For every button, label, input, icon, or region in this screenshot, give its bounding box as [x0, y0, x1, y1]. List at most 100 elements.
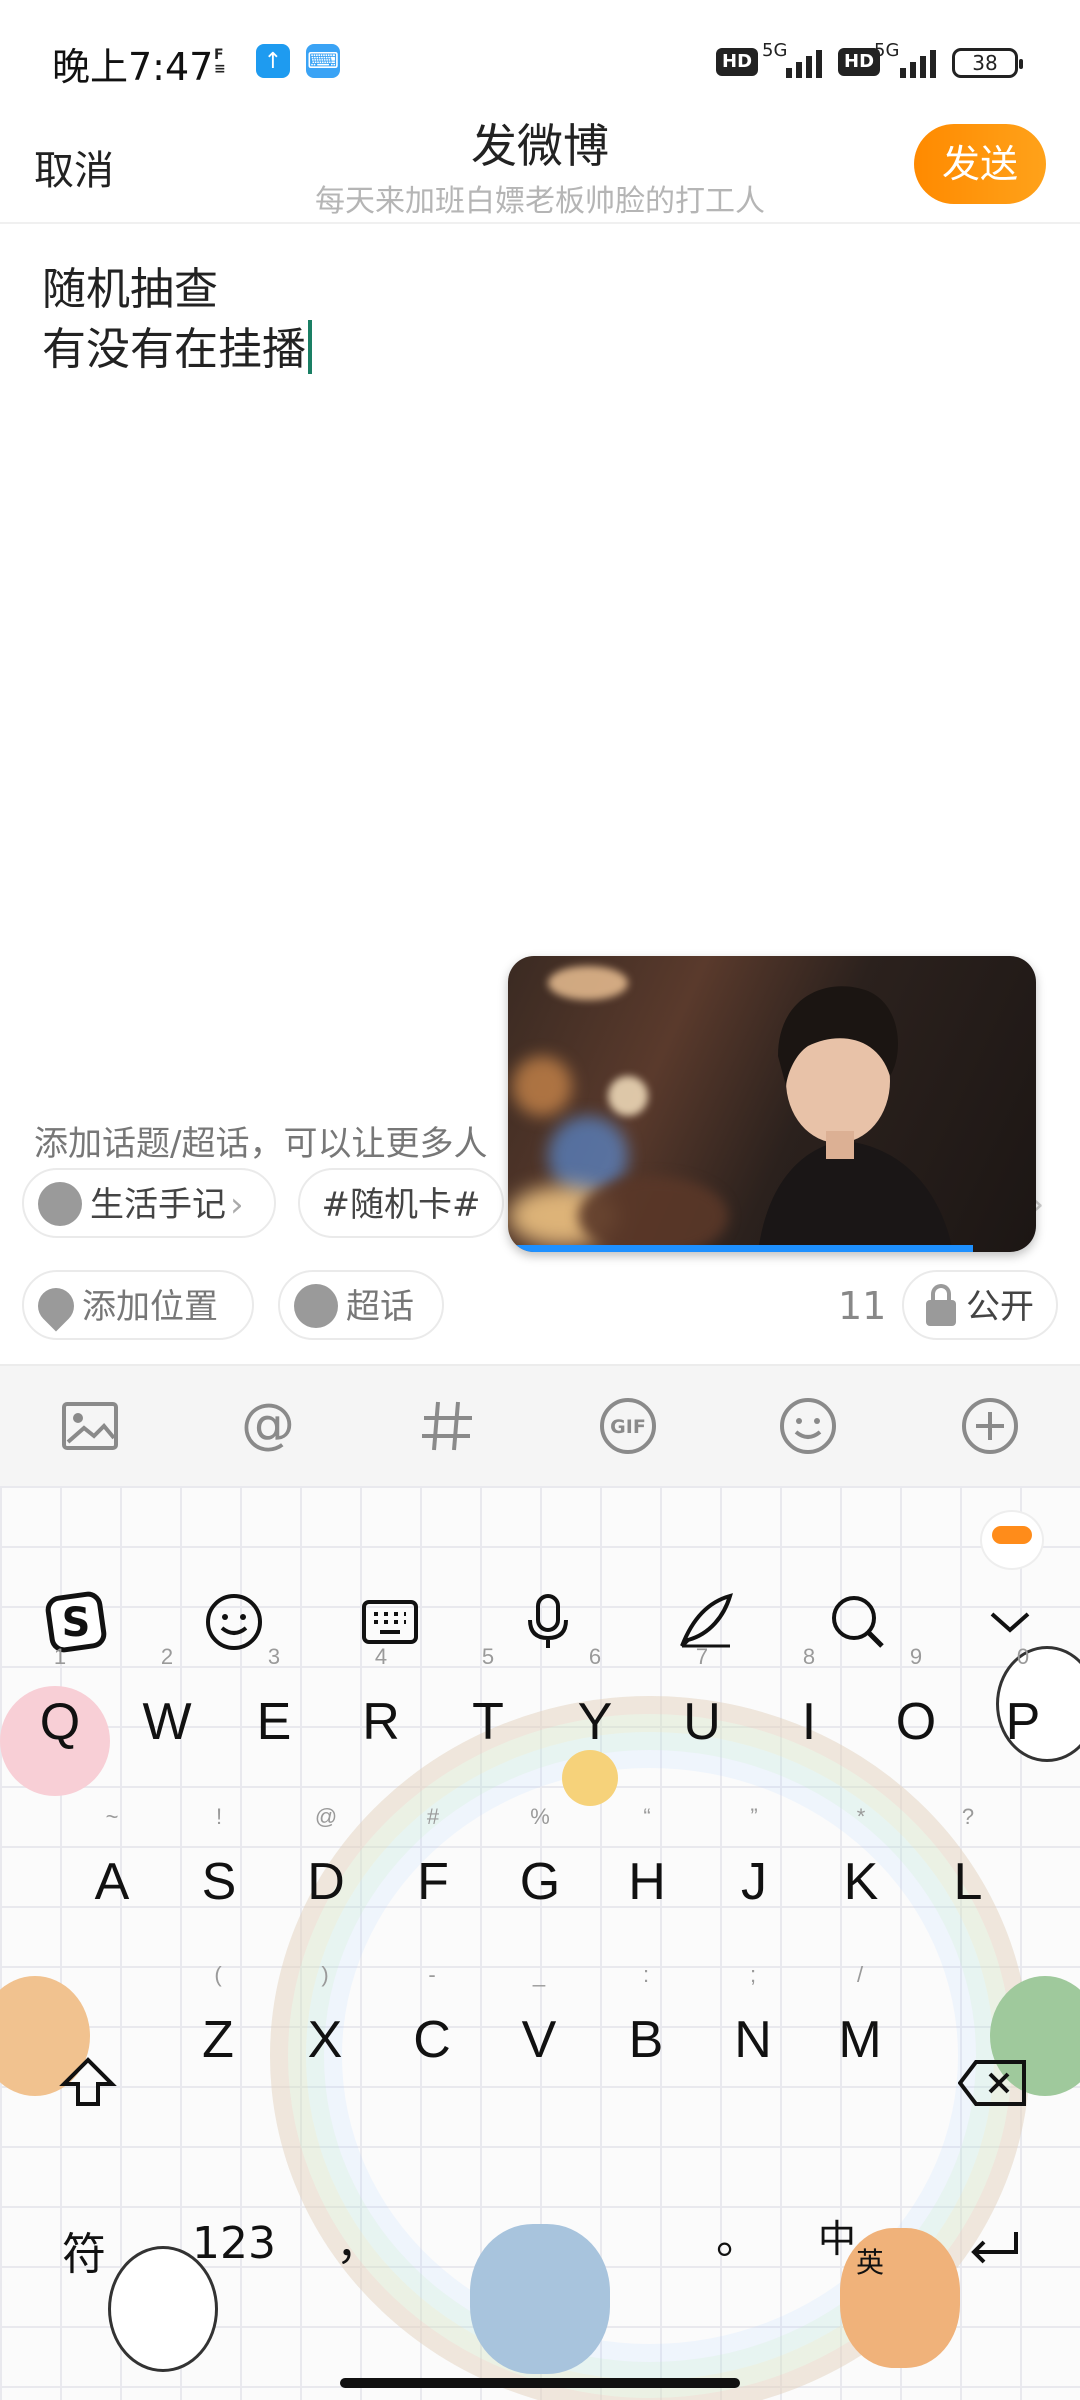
space-key-mic-icon[interactable] [520, 2228, 560, 2268]
shift-key[interactable] [58, 2052, 118, 2112]
key-label: D [307, 1853, 345, 1911]
key-label: Z [202, 2011, 234, 2069]
header-divider [0, 222, 1080, 224]
key-c[interactable]: -C [382, 1962, 482, 2090]
add-location-button[interactable]: 添加位置 [22, 1270, 254, 1340]
key-label: C [413, 2011, 451, 2069]
key-label: H [628, 1853, 666, 1911]
key-b[interactable]: :B [596, 1962, 696, 2090]
key-y[interactable]: 6Y [545, 1644, 645, 1772]
video-progress-bar [508, 1245, 973, 1252]
visibility-button[interactable]: 公开 [902, 1270, 1058, 1340]
image-button[interactable] [60, 1396, 120, 1456]
key-hint: # [426, 1804, 440, 1829]
key-k[interactable]: * K [811, 1804, 911, 1932]
key-hint: 1 [53, 1644, 67, 1669]
home-indicator[interactable] [340, 2378, 740, 2388]
key-a[interactable]: ~ A [62, 1804, 162, 1932]
more-button[interactable] [960, 1396, 1020, 1456]
key-d[interactable]: @ D [276, 1804, 376, 1932]
key-label: L [953, 1853, 983, 1911]
key-p[interactable]: 0P [973, 1644, 1073, 1772]
key-label: T [472, 1693, 504, 1751]
language-zh: 中 [818, 2217, 857, 2261]
gif-icon: GIF [600, 1398, 656, 1454]
comma-key[interactable]: ， [336, 2208, 380, 2272]
mascot-icon[interactable] [980, 1510, 1044, 1570]
backspace-key[interactable] [957, 2058, 1028, 2108]
mention-button[interactable]: @ [238, 1396, 298, 1456]
image-icon [62, 1402, 118, 1450]
period-key[interactable]: 。 [716, 2202, 760, 2266]
key-label: S [201, 1853, 237, 1911]
key-n[interactable]: ; N [703, 1962, 803, 2090]
network-type: 5G [874, 40, 900, 61]
language-switch-key[interactable]: 中英 [818, 2208, 884, 2279]
key-r[interactable]: 4R [331, 1644, 431, 1772]
key-z[interactable]: (Z [168, 1962, 268, 2090]
svg-text:GIF: GIF [610, 1416, 646, 1438]
svg-text:@: @ [241, 1396, 295, 1455]
key-hint: ( [214, 1962, 222, 1987]
key-o[interactable]: 9O [866, 1644, 966, 1772]
key-j[interactable]: ” J [704, 1804, 804, 1932]
enter-icon [971, 2232, 1018, 2264]
key-hint: 8 [802, 1644, 816, 1669]
key-label: B [628, 2011, 664, 2069]
key-label: I [801, 1693, 817, 1751]
lock-icon [926, 1283, 956, 1326]
signal-icon [900, 46, 936, 78]
key-h[interactable]: “H [597, 1804, 697, 1932]
key-v[interactable]: _ V [489, 1962, 589, 2090]
key-x[interactable]: ) X [275, 1962, 375, 2090]
key-m[interactable]: / M [810, 1962, 910, 2090]
cancel-button[interactable]: 取消 [34, 138, 114, 196]
key-t[interactable]: 5T [438, 1644, 538, 1772]
send-button[interactable]: 发送 [914, 124, 1046, 204]
key-label: R [362, 1693, 400, 1751]
super-topic-label: 超话 [346, 1287, 414, 1327]
page-subtitle: 每天来加班白嫖老板帅脸的打工人 [315, 184, 765, 219]
battery-icon: 38 [952, 48, 1023, 78]
key-s[interactable]: ! S [169, 1804, 269, 1932]
key-l[interactable]: ? L [918, 1804, 1018, 1932]
numbers-key[interactable]: 123 [192, 2218, 276, 2269]
key-hint: 3 [267, 1644, 281, 1669]
soft-keyboard: S 1 Q 2 W 3 E 4 R 5 T 6 Y 7 U 8 I 9 O 0 P ~ A! S @ D # F% G “H” J * K? L… [0, 1486, 1080, 2400]
floating-video-player[interactable] [508, 956, 1036, 1252]
key-hint: ) [321, 1962, 329, 1987]
network-type: 5G [762, 40, 788, 61]
enter-key[interactable] [964, 2226, 1024, 2276]
key-hint: ? [961, 1804, 975, 1829]
key-hint: 0 [1016, 1644, 1030, 1669]
key-hint: @ [314, 1804, 338, 1829]
topic-chip-label: 生活手记 [90, 1185, 226, 1225]
key-g[interactable]: % G [490, 1804, 590, 1932]
post-text-line: 随机抽查 [42, 264, 218, 315]
key-hint: % [530, 1804, 550, 1829]
key-label: Y [577, 1693, 613, 1751]
key-label: J [741, 1853, 767, 1911]
super-topic-button[interactable]: 超话 [278, 1270, 444, 1340]
hashtag-button[interactable] [418, 1396, 478, 1456]
keyboard-notification-icon: ⌨ [306, 44, 340, 78]
key-label: G [519, 1853, 561, 1911]
post-text-area[interactable]: 随机抽查 有没有在挂播 [42, 260, 312, 380]
key-u[interactable]: 7U [652, 1644, 752, 1772]
key-hint: 9 [909, 1644, 923, 1669]
key-label: W [142, 1693, 192, 1751]
gif-button[interactable]: GIF [598, 1396, 658, 1456]
language-en: 英 [856, 2246, 885, 2279]
shift-icon [59, 2057, 117, 2106]
location-pin-icon [30, 1280, 82, 1331]
key-q[interactable]: 1Q [10, 1644, 110, 1772]
symbols-key[interactable]: 符 [62, 2218, 106, 2282]
topic-chip-life-notes[interactable]: 生活手记 › [22, 1168, 276, 1238]
emoji-button[interactable] [778, 1396, 838, 1456]
key-f[interactable]: # F [383, 1804, 483, 1932]
key-e[interactable]: 3E [224, 1644, 324, 1772]
key-w[interactable]: 2W [117, 1644, 217, 1772]
topic-chip-random-card[interactable]: #随机卡# [298, 1168, 504, 1238]
compose-toolbar: @ GIF [0, 1364, 1080, 1486]
key-i[interactable]: 8I [759, 1644, 859, 1772]
